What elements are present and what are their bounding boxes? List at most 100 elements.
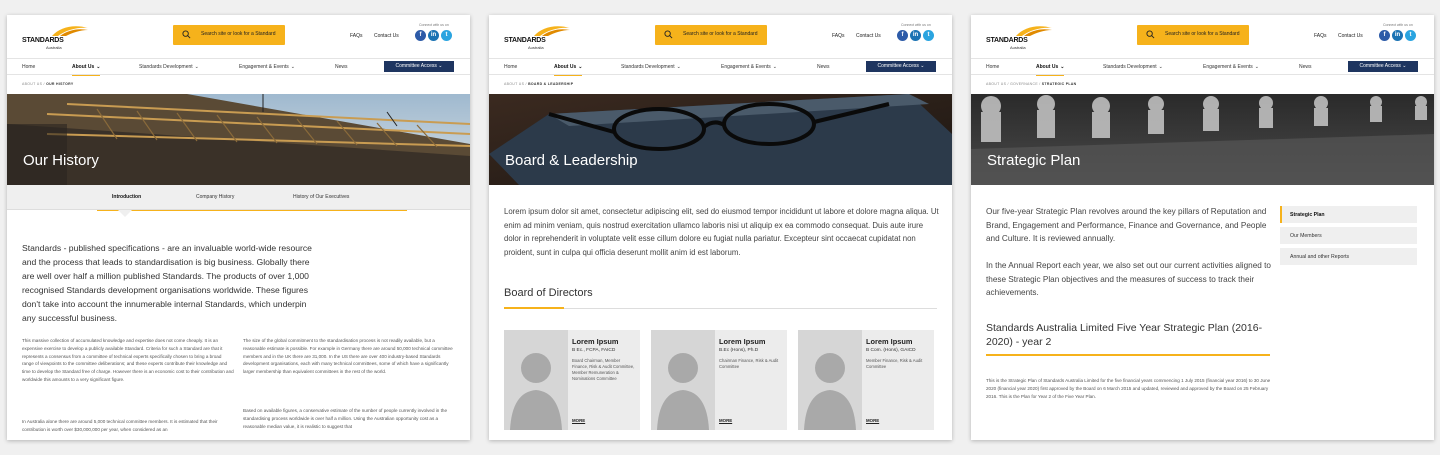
logo-sub: Australia [528,45,544,50]
director-card[interactable]: Lorem Ipsum B Com. (Hons), GAICD Member … [798,330,934,430]
linkedin-icon[interactable]: in [910,30,921,41]
nav-about[interactable]: About Us ⌄ [1036,64,1065,76]
chess-pieces-photo [971,94,1434,185]
active-tab-pointer [118,210,132,217]
search-label: Search site or look for a Standard [1165,31,1240,37]
director-role: Member Finance, Risk & Audit Committee [866,358,923,369]
faqs-link[interactable]: FAQs [1314,33,1327,39]
nav-home[interactable]: Home [986,64,999,70]
more-link[interactable]: MORE [866,418,879,423]
col1-para1: This massive collection of accumulated k… [22,338,234,382]
nav-standards-label: Standards Development [139,64,193,70]
twitter-icon[interactable]: t [441,30,452,41]
committee-access-button[interactable]: Committee Access ⌄ [384,61,454,72]
tab-executives[interactable]: History of Our Executives [293,194,349,200]
nav-news[interactable]: News [817,64,830,70]
crumb-about[interactable]: ABOUT US [504,82,524,86]
person-placeholder-icon [804,353,856,430]
standards-australia-logo[interactable]: STANDARDS Australia [22,24,92,50]
facebook-icon[interactable]: f [1379,30,1390,41]
site-header: STANDARDS Australia Search site or look … [971,15,1434,58]
search-icon [1146,30,1155,39]
more-link[interactable]: MORE [572,418,585,423]
twitter-icon[interactable]: t [1405,30,1416,41]
nav-engagement-label: Engagement & Events [239,64,289,70]
director-name: Lorem Ipsum [572,337,619,346]
hero-banner: Board & Leadership [489,94,952,185]
committee-access-label: Committee Access [877,63,919,69]
search-label: Search site or look for a Standard [201,31,276,37]
site-header: STANDARDS Australia Search site or look … [489,15,952,58]
nav-engagement[interactable]: Engagement & Events ⌄ [1203,64,1259,70]
nav-about-label: About Us [72,64,95,70]
linkedin-icon[interactable]: in [428,30,439,41]
avatar [651,330,715,430]
sidebar-item-our-members[interactable]: Our Members [1280,227,1417,244]
breadcrumb: ABOUT US / OUR HISTORY [22,82,74,86]
committee-access-label: Committee Access [1359,63,1401,69]
nav-standards-development[interactable]: Standards Development ⌄ [139,64,199,70]
nav-standards-development[interactable]: Standards Development ⌄ [621,64,681,70]
nav-news[interactable]: News [1299,64,1312,70]
nav-about[interactable]: About Us ⌄ [72,64,101,76]
linkedin-icon[interactable]: in [1392,30,1403,41]
search-icon [664,30,673,39]
section-accent [504,307,564,309]
director-card[interactable]: Lorem Ipsum B Ec., FCPA, FAICD Board Cha… [504,330,640,430]
standards-australia-logo[interactable]: STANDARDS Australia [504,24,574,50]
committee-access-button[interactable]: Committee Access ⌄ [1348,61,1418,72]
contact-link[interactable]: Contact Us [374,33,399,39]
standards-australia-logo[interactable]: STANDARDS Australia [986,24,1056,50]
director-card[interactable]: Lorem Ipsum B.Ec (Hons), Ph.D Chairman F… [651,330,787,430]
person-placeholder-icon [657,353,709,430]
facebook-icon[interactable]: f [415,30,426,41]
nav-about-label: About Us [554,64,577,70]
nav-home[interactable]: Home [504,64,517,70]
search-icon [182,30,191,39]
sidebar-item-strategic-plan[interactable]: Strategic Plan [1280,206,1417,223]
twitter-icon[interactable]: t [923,30,934,41]
avatar [504,330,568,430]
facebook-icon[interactable]: f [897,30,908,41]
crumb-governance[interactable]: GOVERNANCE [1010,82,1038,86]
plan-description: This is the Strategic Plan of Standards … [986,378,1271,399]
nav-engagement-label: Engagement & Events [1203,64,1253,70]
nav-engagement[interactable]: Engagement & Events ⌄ [721,64,777,70]
chevron-down-icon: ⌄ [1254,64,1259,70]
tab-divider [97,210,407,211]
tab-introduction[interactable]: Introduction [112,194,141,200]
page-board-leadership: STANDARDS Australia Search site or look … [489,15,952,440]
section-divider [504,308,937,309]
search-button[interactable]: Search site or look for a Standard [1137,25,1249,45]
faqs-link[interactable]: FAQs [832,33,845,39]
contact-link[interactable]: Contact Us [1338,33,1363,39]
tab-bar: Introduction Company History History of … [7,185,470,210]
intro-para2: In the Annual Report each year, we also … [986,261,1271,297]
nav-home[interactable]: Home [22,64,35,70]
nav-about[interactable]: About Us ⌄ [554,64,583,76]
faqs-link[interactable]: FAQs [350,33,363,39]
search-button[interactable]: Search site or look for a Standard [655,25,767,45]
page-title: Our History [23,152,99,169]
avatar [798,330,862,430]
nav-standards-label: Standards Development [621,64,675,70]
more-link[interactable]: MORE [719,418,732,423]
logo-sub: Australia [46,45,62,50]
contact-link[interactable]: Contact Us [856,33,881,39]
logo-swoosh-icon [534,26,570,36]
tab-company-history[interactable]: Company History [196,194,234,200]
nav-standards-development[interactable]: Standards Development ⌄ [1103,64,1163,70]
plan-heading-underline [986,354,1270,356]
chevron-down-icon: ⌄ [1402,63,1407,69]
nav-news[interactable]: News [335,64,348,70]
search-button[interactable]: Search site or look for a Standard [173,25,285,45]
crumb-about[interactable]: ABOUT US [986,82,1006,86]
nav-engagement[interactable]: Engagement & Events ⌄ [239,64,295,70]
col2-para1: The size of the global commitment to the… [243,338,453,375]
logo-name: STANDARDS [504,37,546,44]
crumb-about[interactable]: ABOUT US [22,82,42,86]
intro-lead: Standards - published specifications - a… [22,243,312,323]
chevron-down-icon: ⌄ [290,64,295,70]
sidebar-item-annual-reports[interactable]: Annual and other Reports [1280,248,1417,265]
committee-access-button[interactable]: Committee Access ⌄ [866,61,936,72]
